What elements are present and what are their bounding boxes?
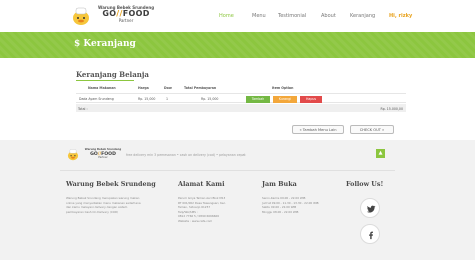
footer-text-line: pembayaran Cash On Delivery (COD) [66,209,119,214]
footer-brand-line3: Partner [98,155,108,159]
nav-testimonial[interactable]: Testimonial [278,13,306,19]
page-banner: $ Keranjang [0,32,475,58]
hapus-button[interactable]: Hapus [300,95,322,103]
facebook-icon[interactable] [360,224,380,244]
footer-text-line: Minggu 08.00 - 22.00 WIB [262,209,299,214]
footer-col-about-title: Warung Bebek Srundeng [66,180,156,188]
cell-qty: 1 [166,97,169,101]
nav-about[interactable]: About [321,13,336,19]
footer-col-follow: Follow Us! [346,180,383,196]
nav-menu[interactable]: Menu [252,13,266,19]
footer-col-hours-title: Jam Buka [262,180,297,188]
footer-top-bar: Warung Bebek Srundeng GO//FOOD Partner f… [60,148,395,162]
footer-col-follow-title: Follow Us! [346,180,384,188]
checkout-button[interactable]: CHECK OUT » [350,125,394,134]
facebook-f-icon [369,231,373,240]
tambah-button[interactable]: Tambah [246,95,270,103]
main-nav: Home Menu Testimonial About Keranjang Hi… [0,13,475,21]
total-value: Rp. 15.000,00 [380,106,404,111]
col-header-name: Nama Makanan [88,86,116,90]
footer-col-address-title: Alamat Kami [178,180,225,188]
footer-text-line: Website : www.cafe.com [178,218,213,223]
total-label: Total : [78,106,88,111]
twitter-bird-icon [366,205,376,213]
nav-user-greeting[interactable]: Hi, rizky [389,13,412,19]
footer-features: free delivery min 3 pemesanan • cash on … [126,153,246,157]
site-header: Warung Bebek Srundeng GO//FOOD Partner H… [0,0,475,32]
table-row: Dada Ayam Srundeng Rp. 15,000 1 Rp. 15,0… [76,93,406,103]
cart-heading-underline [76,80,134,81]
cell-price: Rp. 15,000 [138,97,156,101]
col-header-total: Total Pembayaran [184,86,217,90]
col-header-qty: Dow [164,86,172,90]
footer-col-address: Alamat Kami Perum Griya Taman Asri Blok … [178,180,226,224]
col-header-price: Harga [138,86,149,90]
nav-keranjang[interactable]: Keranjang [350,13,375,19]
footer-text-line: Perum Griya Taman Asri Blok M13 [178,196,226,200]
cell-name: Dada Ayam Srundeng [79,97,114,101]
cart-table-header: Nama Makanan Harga Dow Total Pembayaran … [76,86,406,92]
site-footer: Warung Bebek Srundeng GO//FOOD Partner f… [0,140,475,260]
arrow-up-icon[interactable]: ▲ [376,149,385,158]
col-header-options: Item Option [272,86,294,90]
twitter-icon[interactable] [360,198,380,218]
page-title: $ Keranjang [74,39,136,49]
cart-panel: Keranjang Belanja Nama Makanan Harga Dow… [60,64,415,140]
footer-divider [60,170,395,171]
add-more-menu-button[interactable]: « Tambah Menu Lain [292,125,344,134]
kurangi-button[interactable]: Kurangi [273,95,297,103]
cart-total-row: Total : Rp. 15.000,00 [76,104,406,112]
cart-heading: Keranjang Belanja [76,70,149,79]
footer-col-about: Warung Bebek Srundeng Warung Bebek Srund… [66,180,156,214]
footer-col-hours: Jam Buka Senin-Kamis 09.00 - 22.00 WIB J… [262,180,319,214]
chef-duck-logo-icon[interactable] [66,148,80,161]
nav-home[interactable]: Home [219,13,234,19]
footer-brand-wordmark[interactable]: Warung Bebek Srundeng GO//FOOD Partner [84,148,122,160]
cell-total: Rp. 15,000 [201,97,219,101]
